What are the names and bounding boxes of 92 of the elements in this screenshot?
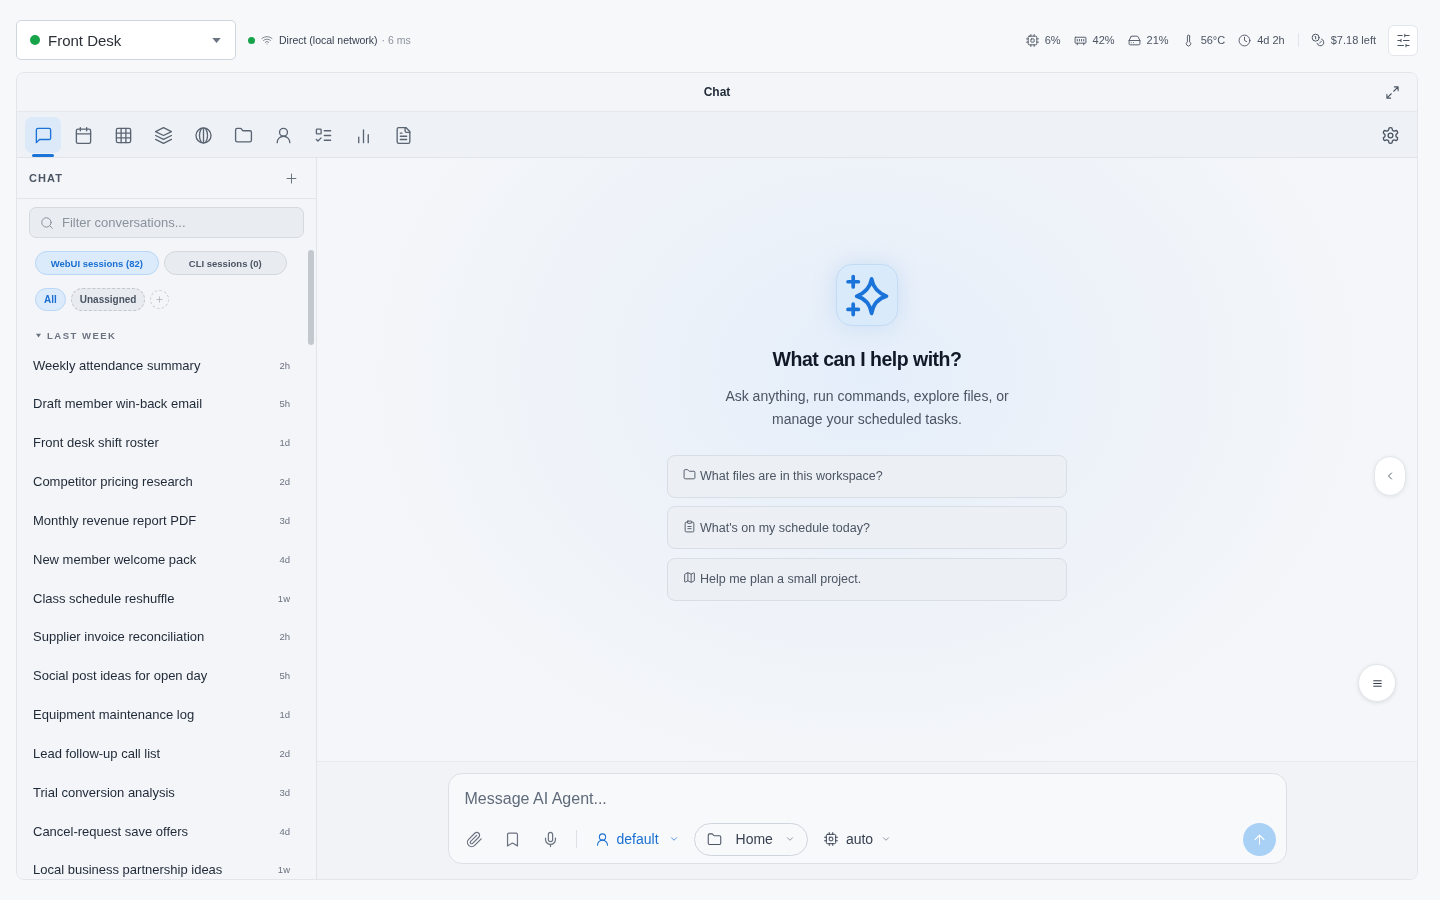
uptime-reading: 4d 2h	[1257, 34, 1285, 46]
search-icon	[40, 215, 54, 230]
conversation-age: 2h	[279, 631, 290, 643]
settings-icon	[1381, 125, 1400, 145]
folder-icon	[706, 831, 722, 847]
welcome-subtitle: Ask anything, run commands, explore files, or manage your scheduled tasks.	[724, 387, 1010, 429]
suggestion-button[interactable]: What's on my schedule today?	[667, 506, 1067, 549]
folder-icon	[233, 125, 253, 145]
conversation-age: 1w	[277, 592, 290, 604]
conversation-age: 1d	[279, 437, 290, 449]
conversation-title[interactable]: Trial conversion analysis	[33, 784, 175, 800]
caret-icon	[212, 37, 221, 43]
conversation-title[interactable]: Cancel-request save offers	[33, 823, 189, 839]
conversation-title[interactable]: Supplier invoice reconciliation	[33, 629, 205, 645]
grid-icon	[113, 125, 133, 145]
person-icon	[594, 831, 610, 847]
coins-icon	[1310, 33, 1325, 47]
chip-icon	[1025, 33, 1039, 47]
settings-button[interactable]	[1381, 125, 1400, 145]
conversation-title[interactable]: Competitor pricing research	[33, 474, 193, 490]
message-input[interactable]: Message AI Agent...	[464, 788, 1276, 810]
chevron-down-icon	[668, 834, 679, 844]
conversation-age: 2d	[279, 476, 290, 488]
search-field[interactable]: Filter conversations...	[29, 207, 304, 238]
welcome-title: What can I help with?	[772, 347, 962, 371]
conversation-age: 5h	[279, 670, 290, 682]
conversation-age: 3d	[279, 514, 290, 526]
temperature-reading: 56°C	[1200, 34, 1226, 46]
model-selector[interactable]: auto	[823, 831, 892, 847]
conversation-title[interactable]: Draft member win-back email	[33, 396, 203, 412]
profile-selector[interactable]: default	[594, 831, 679, 847]
hard-drive-icon	[1127, 33, 1141, 47]
map-icon	[683, 571, 696, 584]
conversation-age: 5h	[279, 398, 290, 410]
budget-remaining: $7.18 left	[1330, 34, 1376, 46]
agent-selector[interactable]: Front Desk	[16, 20, 236, 60]
section-toggle[interactable]: LAST WEEK	[36, 328, 117, 342]
bookmark-icon	[504, 830, 521, 848]
latency-label: · 6 ms	[381, 34, 411, 46]
conversation-title[interactable]: Local business partnership ideas	[33, 862, 223, 878]
sliders-icon	[1395, 32, 1411, 48]
suggestion-button[interactable]: What files are in this workspace?	[667, 454, 1067, 498]
conversation-title[interactable]: Monthly revenue report PDF	[33, 512, 197, 528]
disk-usage: 21%	[1146, 34, 1169, 46]
group-chip[interactable]: Unassigned	[70, 288, 146, 311]
new-chat-button[interactable]	[284, 170, 299, 186]
sparkle-icon	[836, 264, 898, 326]
conversation-title[interactable]: Class schedule reshuffle	[33, 590, 175, 606]
checklist-icon	[313, 125, 333, 145]
plus-icon	[284, 170, 299, 186]
chevron-down-icon	[881, 834, 892, 844]
filter-chip[interactable]: WebUI sessions (82)	[35, 251, 159, 275]
group-chip[interactable]: All	[35, 288, 66, 311]
conversation-age: 2d	[279, 747, 290, 759]
conversation-title[interactable]: Lead follow-up call list	[33, 745, 161, 761]
chip-icon	[823, 832, 838, 846]
plus-icon	[155, 295, 165, 304]
microphone-icon	[542, 830, 559, 848]
filter-chip[interactable]: CLI sessions (0)	[163, 251, 287, 275]
memory-usage: 42%	[1092, 34, 1115, 46]
expand-button[interactable]	[1385, 84, 1400, 100]
clock-icon	[1238, 33, 1252, 47]
sidebar-title: CHAT	[29, 172, 64, 184]
conversation-age: 4d	[279, 553, 290, 565]
panel-title: Chat	[703, 85, 731, 99]
expand-icon	[1385, 84, 1400, 100]
conversation-title[interactable]: Weekly attendance summary	[33, 357, 201, 373]
arrow-up-icon	[1251, 831, 1267, 847]
conversation-age: 3d	[279, 786, 290, 798]
clipboard-icon	[683, 519, 696, 533]
globe-icon	[193, 125, 213, 145]
conversation-title[interactable]: Equipment maintenance log	[33, 707, 195, 723]
conversation-title[interactable]: New member welcome pack	[33, 551, 197, 567]
suggestion-button[interactable]: Help me plan a small project.	[667, 557, 1067, 601]
tab[interactable]	[25, 117, 61, 157]
conversation-age: 2h	[279, 359, 290, 371]
calendar-icon	[73, 125, 93, 145]
conversation-age: 4d	[279, 825, 290, 837]
paperclip-icon	[466, 830, 483, 848]
conversation-age: 1w	[277, 864, 290, 876]
conversation-title[interactable]: Front desk shift roster	[33, 435, 159, 451]
layers-icon	[153, 125, 173, 145]
cpu-usage: 6%	[1044, 34, 1061, 46]
conversation-age: 1d	[279, 709, 290, 721]
wifi-icon	[261, 34, 273, 46]
folder-icon	[683, 468, 696, 481]
document-icon	[393, 125, 413, 145]
speech-bubble-icon	[33, 125, 53, 145]
connection-label: Direct (local network)	[279, 34, 378, 46]
conversation-title[interactable]: Social post ideas for open day	[33, 668, 208, 684]
scrollbar[interactable]	[308, 250, 314, 345]
chevron-down-icon	[784, 834, 795, 844]
